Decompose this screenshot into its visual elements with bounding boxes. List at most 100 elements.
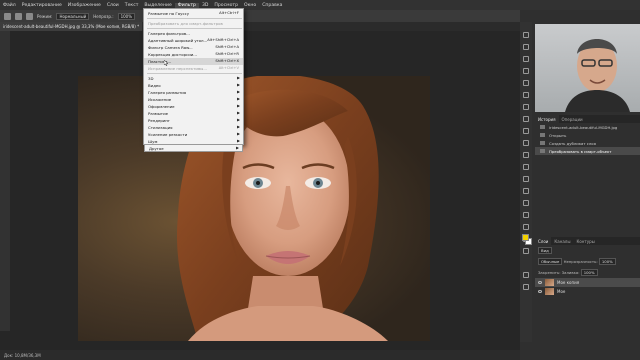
document-tab-bar: iridescent-adult-beautiful-MGDH.jpg @ 33…: [0, 22, 520, 31]
menu-item-other[interactable]: Другое ▶: [144, 145, 243, 152]
menu-file[interactable]: Файл: [0, 3, 19, 8]
history-brush-tool-icon[interactable]: [523, 140, 529, 146]
screen-mode-icon[interactable]: [523, 284, 529, 290]
menu-type[interactable]: Текст: [122, 3, 142, 8]
history-panel: История Операции iridescent-adult-beauti…: [535, 115, 640, 175]
menu-item-vanishing-point[interactable]: Исправление перспективы... Alt+Ctrl+V: [144, 65, 243, 72]
menu-item-filter-gallery[interactable]: Галерея фильтров...: [144, 30, 243, 37]
healing-tool-icon[interactable]: [523, 104, 529, 110]
history-row-label: Открыть: [549, 133, 567, 138]
brush-settings-icon[interactable]: [26, 12, 33, 20]
portrait-illustration: [177, 76, 388, 341]
portrait-photo[interactable]: [78, 76, 430, 341]
menu-item-shortcut: Shift+Ctrl+R: [215, 52, 239, 56]
history-row-selected[interactable]: Преобразовать в смарт-объект: [535, 147, 640, 155]
menu-item-stylize[interactable]: Стилизация ▶: [144, 124, 243, 131]
menu-item-blur[interactable]: Размытие ▶: [144, 110, 243, 117]
menu-3d[interactable]: 3D: [199, 3, 211, 8]
menu-item-sharpen[interactable]: Усиление резкости ▶: [144, 131, 243, 138]
brush-preset-icon[interactable]: [15, 12, 22, 20]
canvas-area[interactable]: [10, 31, 520, 350]
blend-mode-select[interactable]: Обычные: [538, 258, 563, 265]
path-select-tool-icon[interactable]: [523, 224, 529, 230]
menu-item-shortcut: Alt+Ctrl+V: [218, 66, 239, 70]
opacity-label: Непрозр.:: [93, 13, 114, 19]
history-snapshot[interactable]: iridescent-adult-beautiful-MGDH.jpg: [535, 123, 640, 131]
eyedropper-tool-icon[interactable]: [523, 92, 529, 98]
menu-item-label: Оформление: [148, 104, 175, 109]
menu-item-label: Стилизация: [148, 125, 173, 130]
document-tab[interactable]: iridescent-adult-beautiful-MGDH.jpg @ 33…: [0, 22, 143, 31]
menu-image[interactable]: Изображение: [65, 3, 104, 8]
layer-row-selected[interactable]: Мое копия: [535, 278, 640, 287]
layers-panel: Слои Каналы Контуры Вид Обычные Непрозра…: [535, 237, 640, 350]
menu-item-noise[interactable]: Шум ▶: [144, 138, 243, 145]
menu-view[interactable]: Просмотр: [211, 3, 241, 8]
brush-tool-icon-right[interactable]: [523, 116, 529, 122]
foreground-color-swatch[interactable]: [522, 234, 529, 241]
menu-item-label: Галерея фильтров...: [148, 31, 190, 36]
menu-item-label: Адаптивный широкий угол...: [148, 38, 208, 43]
tab-channels[interactable]: Каналы: [551, 237, 573, 245]
quick-mask-icon[interactable]: [523, 272, 529, 278]
lasso-tool-icon[interactable]: [523, 56, 529, 62]
menu-item-camera-raw[interactable]: Фильтр Camera Raw... Shift+Ctrl+A: [144, 44, 243, 51]
visibility-eye-icon[interactable]: [538, 281, 542, 284]
history-row-label: Создать дубликат слоя: [549, 141, 596, 146]
dodge-tool-icon[interactable]: [523, 188, 529, 194]
blur-tool-icon[interactable]: [523, 176, 529, 182]
layer-lock-row: Закрепить: Заливка: 100%: [535, 267, 640, 278]
tab-layers[interactable]: Слои: [535, 237, 552, 245]
eraser-tool-icon[interactable]: [523, 152, 529, 158]
menu-item-label: Преобразовать для смарт-фильтров: [148, 21, 223, 26]
menu-item-blur-gallery[interactable]: Галерея размытия ▶: [144, 89, 243, 96]
menu-item-shortcut: Shift+Ctrl+X: [215, 59, 239, 63]
tab-paths[interactable]: Контуры: [573, 237, 597, 245]
layer-kind-filter[interactable]: Вид: [538, 247, 552, 254]
visibility-eye-icon[interactable]: [538, 290, 542, 293]
menu-item-convert-smart-filters[interactable]: Преобразовать для смарт-фильтров: [144, 20, 243, 27]
layer-row[interactable]: Мое: [535, 287, 640, 296]
move-tool-icon[interactable]: [523, 32, 529, 38]
menu-item-label: 3D: [148, 76, 154, 81]
mode-select[interactable]: Нормальный: [56, 12, 90, 20]
history-row[interactable]: Создать дубликат слоя: [535, 139, 640, 147]
tab-actions[interactable]: Операции: [559, 115, 586, 123]
menu-item-pixelate[interactable]: Оформление ▶: [144, 103, 243, 110]
menu-item-gaussian-blur[interactable]: Размытие по Гауссу Alt+Ctrl+F: [144, 10, 243, 17]
crop-tool-icon[interactable]: [523, 80, 529, 86]
menu-item-3d[interactable]: 3D ▶: [144, 75, 243, 82]
menu-window[interactable]: Окно: [241, 3, 259, 8]
opacity-field[interactable]: 100%: [117, 12, 135, 20]
history-row[interactable]: Открыть: [535, 131, 640, 139]
fill-label: Заливка:: [561, 270, 580, 275]
brush-tool-icon[interactable]: [4, 12, 11, 20]
menu-layers[interactable]: Слои: [104, 3, 122, 8]
menu-item-distort[interactable]: Искажение ▶: [144, 96, 243, 103]
submenu-arrow-icon: ▶: [237, 139, 240, 143]
menu-item-liquify[interactable]: Пластика... Shift+Ctrl+X: [144, 58, 243, 65]
zoom-tool-icon[interactable]: [523, 248, 529, 254]
menu-filter[interactable]: Фильтр: [174, 2, 199, 8]
menu-item-adaptive-wide-angle[interactable]: Адаптивный широкий угол... Alt+Shift+Ctr…: [144, 37, 243, 44]
clone-stamp-tool-icon[interactable]: [523, 128, 529, 134]
tab-history[interactable]: История: [535, 115, 559, 123]
menu-edit[interactable]: Редактирование: [19, 3, 65, 8]
submenu-arrow-icon: ▶: [237, 104, 240, 108]
type-tool-icon[interactable]: [523, 212, 529, 218]
submenu-arrow-icon: ▶: [237, 132, 240, 136]
menu-item-render[interactable]: Рендеринг ▶: [144, 117, 243, 124]
menu-item-label: Шум: [148, 139, 158, 144]
fill-field[interactable]: 100%: [580, 269, 598, 276]
menu-item-lens-correction[interactable]: Коррекция дисторсии... Shift+Ctrl+R: [144, 51, 243, 58]
menu-help[interactable]: Справка: [259, 3, 285, 8]
menu-select[interactable]: Выделение: [141, 3, 174, 8]
gradient-tool-icon[interactable]: [523, 164, 529, 170]
history-step-icon: [540, 149, 545, 153]
quick-select-tool-icon[interactable]: [523, 68, 529, 74]
pen-tool-icon[interactable]: [523, 200, 529, 206]
lock-label: Закрепить:: [538, 270, 561, 275]
marquee-tool-icon[interactable]: [523, 44, 529, 50]
menu-item-video[interactable]: Видео ▶: [144, 82, 243, 89]
layer-opacity-field[interactable]: 100%: [598, 258, 616, 265]
